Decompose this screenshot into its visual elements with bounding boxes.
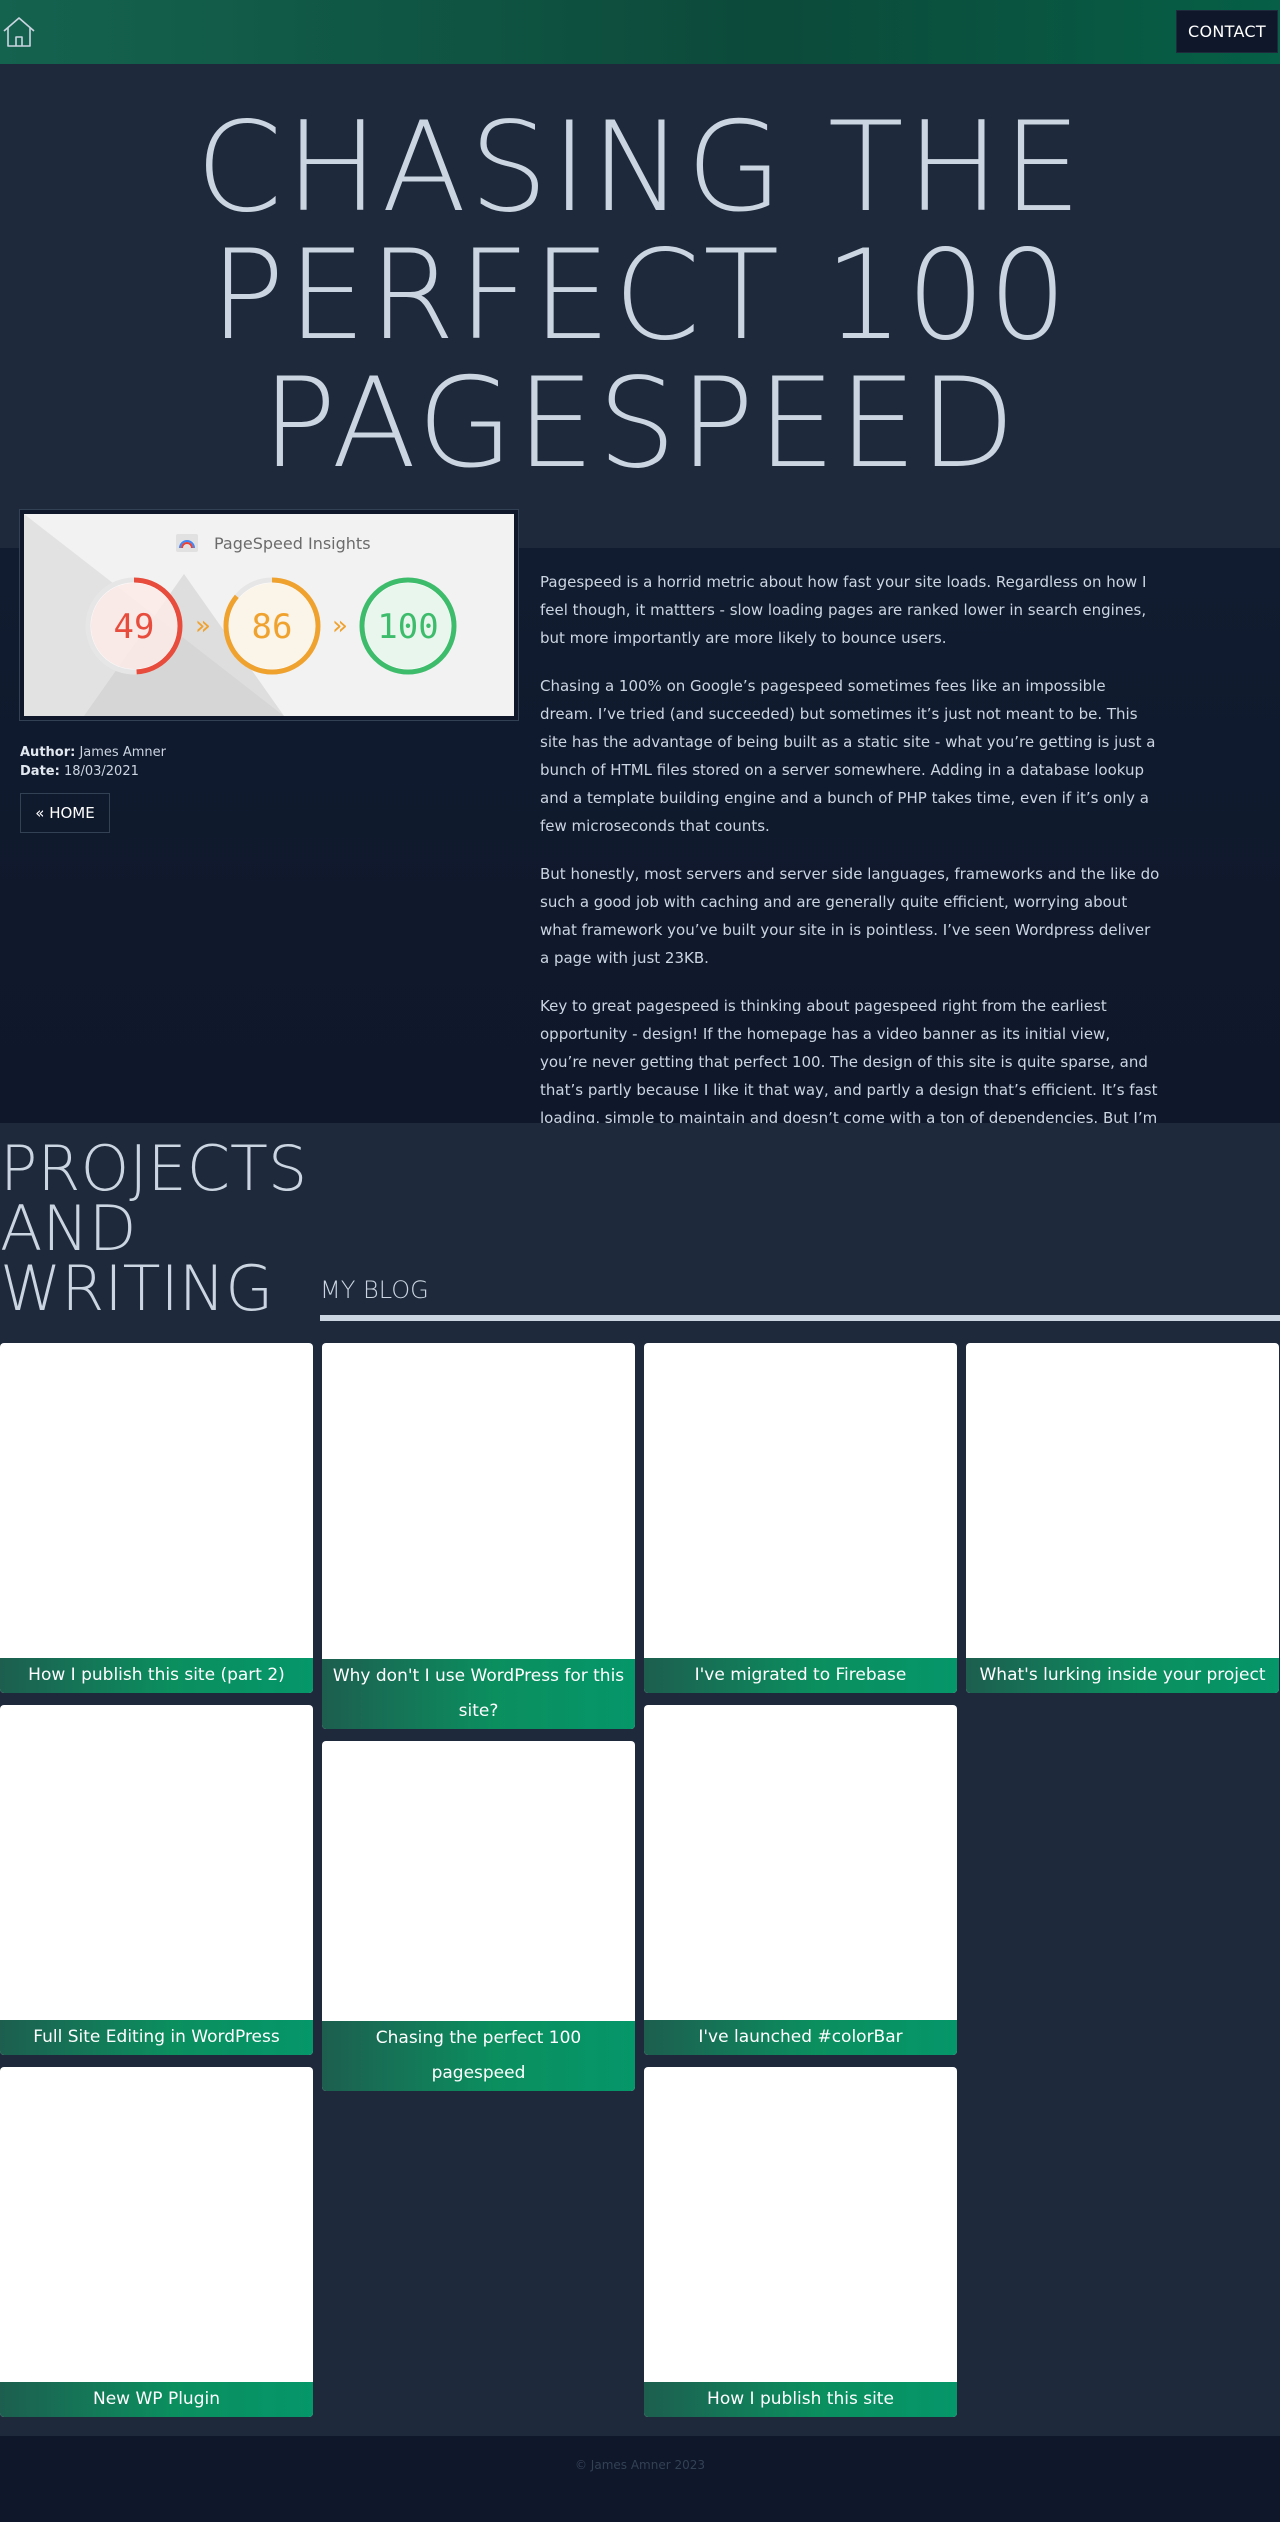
score-value: 86 bbox=[252, 607, 293, 647]
article-paragraph: Pagespeed is a horrid metric about how f… bbox=[540, 573, 1147, 647]
blog-card[interactable]: I've migrated to Firebase bbox=[644, 1343, 957, 1693]
author-line: Author: James Amner bbox=[20, 745, 166, 760]
blog-card-title[interactable]: What's lurking inside your project bbox=[966, 1658, 1279, 1693]
blog-card[interactable]: Why don't I use WordPress for this site? bbox=[322, 1343, 635, 1729]
copyright: © James Amner 2023 bbox=[574, 2458, 706, 2472]
projects-section: PROJECTS AND WRITING MY BLOG How I publi… bbox=[0, 1123, 1280, 2436]
date-line: Date: 18/03/2021 bbox=[20, 764, 139, 779]
blog-card-title[interactable]: Full Site Editing in WordPress bbox=[0, 2020, 313, 2055]
chevron-right-icon: » bbox=[195, 611, 211, 641]
blog-card[interactable]: What's lurking inside your project bbox=[966, 1343, 1279, 1693]
pagespeed-screenshot: PageSpeed Insights 49 » 86 » 100 bbox=[20, 510, 518, 720]
home-button[interactable]: « HOME bbox=[20, 793, 110, 833]
score-value: 100 bbox=[377, 607, 438, 647]
author-name: James Amner bbox=[79, 745, 166, 760]
article-paragraph: But honestly, most servers and server si… bbox=[540, 865, 1160, 967]
blog-card[interactable]: Chasing the perfect 100 pagespeed bbox=[322, 1741, 635, 2091]
page-title: CHASING THE PERFECT 100 PAGESPEED bbox=[195, 96, 1085, 496]
blog-card-title[interactable]: How I publish this site (part 2) bbox=[0, 1658, 313, 1693]
home-icon[interactable] bbox=[2, 15, 36, 49]
pagespeed-heading: PageSpeed Insights bbox=[214, 534, 371, 553]
blog-card[interactable]: I've launched #colorBar bbox=[644, 1705, 957, 2055]
article-body: Pagespeed is a horrid metric about how f… bbox=[540, 568, 1160, 1180]
post-date: 18/03/2021 bbox=[63, 764, 139, 779]
blog-divider bbox=[320, 1315, 1280, 1321]
blog-card-title[interactable]: New WP Plugin bbox=[0, 2382, 313, 2417]
blog-card[interactable]: New WP Plugin bbox=[0, 2067, 313, 2417]
blog-card-title[interactable]: How I publish this site bbox=[644, 2382, 957, 2417]
blog-card[interactable]: How I publish this site (part 2) bbox=[0, 1343, 313, 1693]
contact-button[interactable]: CONTACT bbox=[1176, 10, 1278, 53]
blog-heading: MY BLOG bbox=[320, 1276, 429, 1304]
blog-card[interactable]: Full Site Editing in WordPress bbox=[0, 1705, 313, 2055]
pagespeed-image: PageSpeed Insights 49 » 86 » 100 bbox=[24, 514, 514, 716]
chevron-right-icon: » bbox=[332, 611, 348, 641]
post-meta: Author: James Amner Date: 18/03/2021 bbox=[20, 743, 166, 781]
top-bar: CONTACT bbox=[0, 0, 1280, 64]
blog-card-title[interactable]: Why don't I use WordPress for this site? bbox=[322, 1659, 635, 1729]
article-paragraph: Chasing a 100% on Google’s pagespeed som… bbox=[540, 677, 1156, 835]
footer: © James Amner 2023 bbox=[0, 2436, 1280, 2520]
blog-card[interactable]: How I publish this site bbox=[644, 2067, 957, 2417]
pagespeed-logo-icon bbox=[176, 534, 198, 552]
blog-card-title[interactable]: I've launched #colorBar bbox=[644, 2020, 957, 2055]
blog-card-title[interactable]: I've migrated to Firebase bbox=[644, 1658, 957, 1693]
projects-title: PROJECTS AND WRITING bbox=[0, 1132, 308, 1325]
hero: CHASING THE PERFECT 100 PAGESPEED bbox=[0, 64, 1280, 548]
score-value: 49 bbox=[114, 607, 155, 647]
blog-card-title[interactable]: Chasing the perfect 100 pagespeed bbox=[322, 2021, 635, 2091]
article: PageSpeed Insights 49 » 86 » 100 Author: Jam… bbox=[0, 510, 1280, 1155]
